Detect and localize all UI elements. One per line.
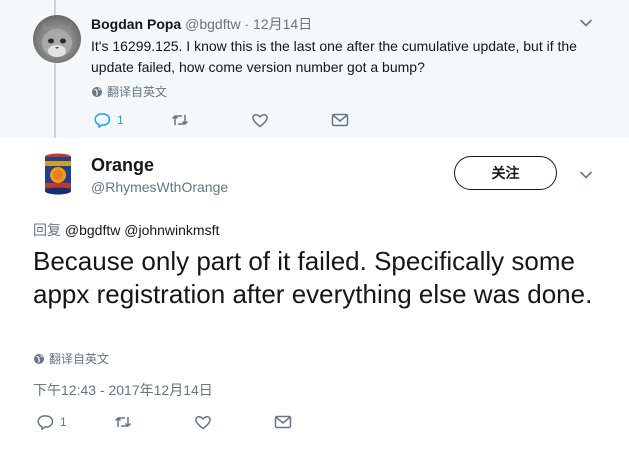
chevron-down-icon[interactable] [579,168,593,182]
reply-count: 1 [60,415,67,429]
chevron-down-icon[interactable] [579,16,593,30]
retweet-button[interactable] [114,415,194,429]
message-icon [274,415,292,429]
tweet-text: It's 16299.125. I know this is the last … [91,38,577,75]
tweet-date[interactable]: 12月14日 [253,16,312,32]
author-handle[interactable]: @bgdftw [185,16,240,32]
tweet-header: Bogdan Popa @bgdftw · 12月14日 [91,14,312,34]
author-handle[interactable]: @RhymesWthOrange [91,179,228,195]
separator: · [244,16,250,32]
message-button[interactable] [274,415,292,429]
reply-count: 1 [117,113,124,127]
replying-label: 回复 [33,222,61,238]
like-icon [252,114,268,128]
translate-link[interactable]: 翻译自英文 [91,83,167,100]
reply-icon [94,113,111,128]
follow-button[interactable]: 关注 [454,156,557,190]
like-button[interactable] [251,112,331,128]
translate-link[interactable]: 翻译自英文 [33,350,109,367]
translate-label: 翻译自英文 [107,85,168,99]
message-button[interactable] [331,113,349,127]
retweet-icon [171,115,189,125]
retweet-icon [114,417,132,427]
avatar[interactable] [33,15,81,63]
message-icon [331,113,349,127]
translate-label: 翻译自英文 [49,352,110,366]
tweet-actions: 1 [36,414,292,430]
tweet-actions: 1 [93,112,349,128]
replying-handles[interactable]: @bgdftw @johnwinkmsft [65,222,219,238]
tweet-text: Because only part of it failed. Specific… [33,246,593,309]
globe-icon [92,86,102,97]
parent-tweet: Bogdan Popa @bgdftw · 12月14日 It's 16299.… [0,0,629,138]
reply-icon [37,415,54,430]
reply-button[interactable]: 1 [36,414,114,430]
author-name[interactable]: Bogdan Popa [91,16,181,32]
like-button[interactable] [194,414,274,430]
tweet-timestamp[interactable]: 下午12:43 - 2017年12月14日 [33,380,213,400]
replying-to: 回复 @bgdftw @johnwinkmsft [33,220,219,240]
author-name[interactable]: Orange [91,155,154,176]
avatar[interactable] [34,149,82,197]
retweet-button[interactable] [171,113,251,127]
globe-icon [34,353,44,364]
reply-button[interactable]: 1 [93,112,171,128]
like-icon [195,416,211,430]
